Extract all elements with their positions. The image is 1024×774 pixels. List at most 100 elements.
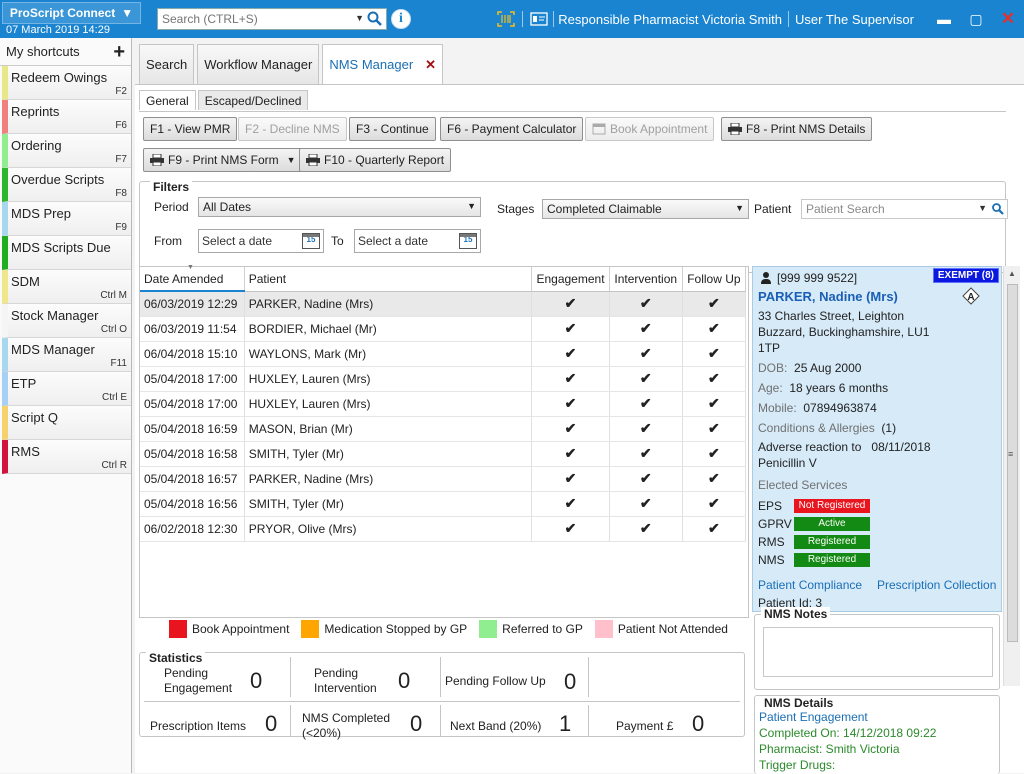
sidebar-item-reprints[interactable]: Reprints F6 (2, 100, 131, 134)
exempt-badge: EXEMPT (8) (932, 268, 999, 283)
decline-nms-button[interactable]: F2 - Decline NMS (238, 117, 347, 141)
sidebar-item-ordering[interactable]: Ordering F7 (2, 134, 131, 168)
grip-icon: ≡ (1008, 449, 1014, 459)
search-icon[interactable] (366, 10, 384, 28)
table-row[interactable]: 05/04/2018 16:57 PARKER, Nadine (Mrs) ✔ ✔ ✔ (140, 466, 747, 492)
chevron-down-icon[interactable]: ▼ (287, 155, 296, 165)
search-dropdown-icon[interactable]: ▼ (355, 13, 364, 23)
payment-calculator-button[interactable]: F6 - Payment Calculator (440, 117, 584, 141)
app-menu-button[interactable]: ProScript Connect ▼ (2, 2, 141, 24)
sidebar-item-redeem-owings[interactable]: Redeem Owings F2 (2, 66, 131, 100)
sidebar-item-sdm[interactable]: SDM Ctrl M (2, 270, 131, 304)
table-row[interactable]: 06/03/2019 11:54 BORDIER, Michael (Mr) ✔ ✔ ✔ (140, 316, 747, 342)
sidebar-item-mds-manager[interactable]: MDS Manager F11 (2, 338, 131, 372)
stages-select[interactable]: Completed Claimable ▼ (542, 199, 749, 219)
statistics-group: Statistics Pending Engagement 0 Pending In… (139, 651, 745, 740)
barcode-scanner-icon[interactable] (496, 9, 516, 29)
sidebar-item-shortcut: F2 (115, 86, 127, 97)
patient-compliance-link[interactable]: Patient Compliance (758, 578, 862, 592)
patient-search-input[interactable]: Patient Search ▼ (801, 199, 1008, 219)
patient-engagement-heading: Patient Engagement (759, 710, 868, 724)
print-nms-details-button[interactable]: F8 - Print NMS Details (721, 117, 873, 141)
calendar-day: 15 (463, 235, 473, 244)
sidebar-item-label: Ordering (11, 138, 62, 153)
maximize-icon[interactable]: ▢ (960, 8, 992, 30)
col-date-amended[interactable]: Date Amended ▼ (140, 264, 245, 292)
table-row[interactable]: 06/02/2018 12:30 PRYOR, Olive (Mrs) ✔ ✔ ✔ (140, 516, 747, 542)
tab-search[interactable]: Search (139, 44, 195, 84)
table-row[interactable]: 06/04/2018 15:10 WAYLONS, Mark (Mr) ✔ ✔ ✔ (140, 341, 747, 367)
patient-name[interactable]: PARKER, Nadine (Mrs) (758, 289, 898, 304)
cell-date: 05/04/2018 17:00 (140, 366, 245, 392)
separator (553, 11, 555, 27)
follow-up-check-icon: ✔ (682, 316, 747, 342)
table-row[interactable]: 05/04/2018 17:00 HUXLEY, Lauren (Mrs) ✔ ✔ ✔ (140, 391, 747, 417)
legend-referred-to-gp: Referred to GP (479, 620, 583, 638)
patient-panel-scrollbar[interactable]: ▲ ≡ (1003, 266, 1020, 686)
current-user[interactable]: User The Supervisor (795, 12, 914, 27)
period-select[interactable]: All Dates ▼ (198, 197, 481, 217)
calendar-icon[interactable]: 15 (302, 233, 320, 249)
pharmacist-card-icon[interactable] (529, 9, 549, 29)
responsible-pharmacist[interactable]: Responsible Pharmacist Victoria Smith (558, 12, 782, 27)
sidebar-item-etp[interactable]: ETP Ctrl E (2, 372, 131, 406)
nms-notes-title: NMS Notes (761, 607, 831, 621)
sidebar-item-shortcut: Ctrl M (100, 290, 127, 301)
sidebar-item-label: RMS (11, 444, 40, 459)
status-legend: Book Appointment Medication Stopped by G… (169, 620, 734, 638)
scroll-up-icon[interactable]: ▲ (1008, 269, 1016, 278)
print-nms-form-button[interactable]: F9 - Print NMS Form ▼ (143, 148, 303, 172)
quarterly-report-button[interactable]: F10 - Quarterly Report (299, 148, 452, 172)
sub-tabs: General Escaped/Declined (139, 90, 309, 110)
tab-workflow-manager[interactable]: Workflow Manager (197, 44, 320, 84)
tab-general[interactable]: General (139, 90, 196, 110)
service-row-gprv: GPRV Active (758, 515, 870, 533)
button-label: F9 - Print NMS Form (168, 153, 279, 167)
search-icon[interactable] (991, 202, 1005, 216)
add-shortcut-icon[interactable]: + (113, 42, 125, 62)
sidebar-item-script-q[interactable]: Script Q (2, 406, 131, 440)
cell-date: 05/04/2018 16:57 (140, 466, 245, 492)
filters-group: Filters Period All Dates ▼ Stages Comple… (139, 180, 1008, 273)
info-icon[interactable]: i (391, 9, 411, 29)
nms-details-title: NMS Details (761, 696, 837, 710)
to-date-picker[interactable]: Select a date 15 (354, 229, 481, 253)
sidebar-item-stock-manager[interactable]: Stock Manager Ctrl O (2, 304, 131, 338)
view-pmr-button[interactable]: F1 - View PMR (143, 117, 238, 141)
service-name: NMS (758, 553, 785, 567)
table-row[interactable]: 06/03/2019 12:29 PARKER, Nadine (Mrs) ✔ ✔ ✔ (140, 291, 747, 317)
table-row[interactable]: 05/04/2018 16:58 SMITH, Tyler (Mr) ✔ ✔ ✔ (140, 441, 747, 467)
sidebar-item-mds-prep[interactable]: MDS Prep F9 (2, 202, 131, 236)
engagement-check-icon: ✔ (531, 416, 610, 442)
tab-escaped-declined[interactable]: Escaped/Declined (197, 90, 309, 110)
cell-patient: SMITH, Tyler (Mr) (244, 491, 533, 517)
scrollbar-thumb[interactable] (1007, 284, 1018, 642)
nms-notes-textarea[interactable] (763, 627, 993, 677)
from-date-picker[interactable]: Select a date 15 (198, 229, 324, 253)
pending-follow-up-value: 0 (564, 669, 577, 694)
col-engagement[interactable]: Engagement (531, 267, 610, 292)
col-intervention[interactable]: Intervention (609, 267, 683, 292)
book-appointment-button[interactable]: Book Appointment (585, 117, 715, 141)
sidebar-item-mds-scripts-due[interactable]: MDS Scripts Due (2, 236, 131, 270)
continue-button[interactable]: F3 - Continue (349, 117, 436, 141)
table-row[interactable]: 05/04/2018 16:59 MASON, Brian (Mr) ✔ ✔ ✔ (140, 416, 747, 442)
engagement-check-icon: ✔ (531, 441, 610, 467)
sidebar-item-rms[interactable]: RMS Ctrl R (2, 440, 131, 474)
sidebar-item-overdue-scripts[interactable]: Overdue Scripts F8 (2, 168, 131, 202)
sidebar-item-shortcut: Ctrl E (102, 392, 127, 403)
cell-patient: HUXLEY, Lauren (Mrs) (244, 366, 533, 392)
calendar-icon[interactable]: 15 (459, 233, 477, 249)
table-row[interactable]: 05/04/2018 16:56 SMITH, Tyler (Mr) ✔ ✔ ✔ (140, 491, 747, 517)
minimize-icon[interactable]: ▬ (928, 8, 960, 30)
chevron-down-icon[interactable]: ▼ (978, 203, 987, 213)
service-name: RMS (758, 535, 785, 549)
table-row[interactable]: 05/04/2018 17:00 HUXLEY, Lauren (Mrs) ✔ ✔ ✔ (140, 366, 747, 392)
tab-nms-manager[interactable]: NMS Manager ✕ (322, 44, 444, 84)
col-patient[interactable]: Patient (244, 267, 533, 292)
prescription-collection-link[interactable]: Prescription Collection (877, 578, 996, 592)
close-tab-icon[interactable]: ✕ (425, 57, 436, 73)
close-icon[interactable]: ✕ (992, 8, 1024, 30)
col-follow-up[interactable]: Follow Up (682, 267, 747, 292)
search-input[interactable] (158, 9, 348, 29)
